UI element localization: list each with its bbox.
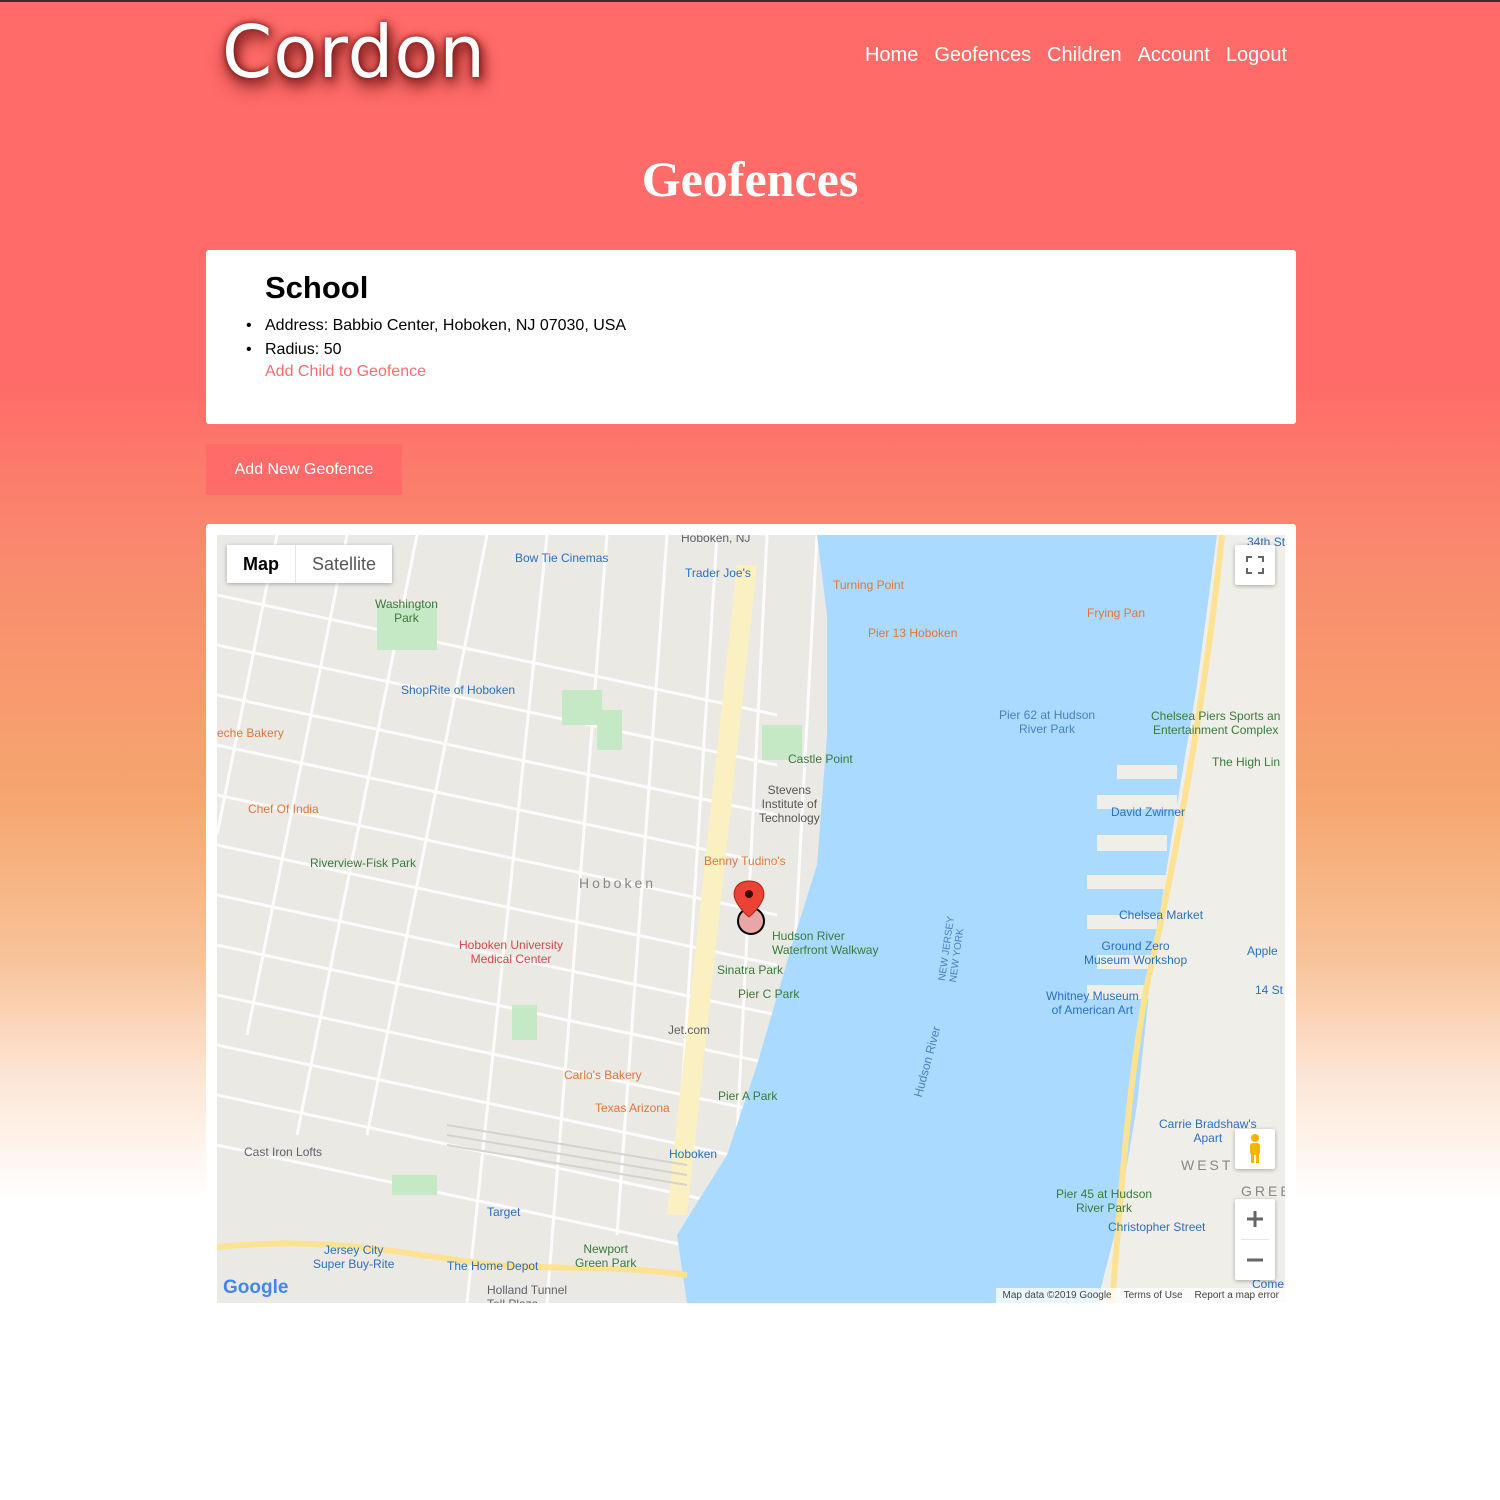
plus-icon xyxy=(1247,1211,1263,1227)
nav-home-link[interactable]: Home xyxy=(865,44,918,67)
map-label: Chelsea Piers Sports an Entertainment Co… xyxy=(1151,709,1281,737)
map-label: Hoboken University Medical Center xyxy=(459,938,564,966)
map-label: Pier 45 at Hudson River Park xyxy=(1056,1187,1153,1215)
geofence-address: Address: Babbio Center, Hoboken, NJ 0703… xyxy=(265,317,627,334)
nav-geofences-link[interactable]: Geofences xyxy=(934,44,1031,67)
map-label: Cast Iron Lofts xyxy=(244,1145,323,1159)
geofence-radius-item: • Radius: 50 xyxy=(246,338,626,362)
map-label: Hudson River Waterfront Walkway xyxy=(772,929,879,957)
map-label: Jet.com xyxy=(668,1023,711,1037)
map-label: Ground Zero Museum Workshop xyxy=(1084,939,1188,967)
add-new-geofence-button[interactable]: Add New Geofence xyxy=(206,444,402,495)
map-label: eche Bakery xyxy=(217,726,284,740)
map-label: Washington Park xyxy=(375,597,438,625)
map-label: Hoboken xyxy=(669,1147,718,1161)
google-logo-text: Google xyxy=(223,1277,289,1298)
map-label: Trader Joe's xyxy=(685,566,751,580)
map-label: Whitney Museum of American Art xyxy=(1046,989,1139,1017)
map-label: Castle Point xyxy=(788,752,853,766)
map-label: Stevens Institute of Technology xyxy=(759,783,820,825)
map-label: Apple xyxy=(1247,944,1278,958)
geofence-radius: Radius: 50 xyxy=(265,341,342,358)
map-label: Pier C Park xyxy=(738,987,800,1001)
fullscreen-button[interactable] xyxy=(1235,545,1275,585)
map-label: Pier 13 Hoboken xyxy=(868,626,958,640)
map-label: Newport Green Park xyxy=(575,1242,637,1270)
map-label: Bow Tie Cinemas xyxy=(515,551,609,565)
top-border xyxy=(0,0,1500,2)
map-label: Turning Point xyxy=(833,578,904,592)
report-map-error-link[interactable]: Report a map error xyxy=(1195,1290,1279,1301)
terms-of-use-link[interactable]: Terms of Use xyxy=(1124,1290,1183,1301)
map-label: Chef Of India xyxy=(248,802,319,816)
map-data-attribution: Map data ©2019 Google xyxy=(1002,1290,1112,1301)
map-label: WEST xyxy=(1181,1157,1234,1173)
map-label: Hoboken, NJ xyxy=(681,535,751,545)
map-label: Target xyxy=(487,1205,521,1219)
geofence-details: • Address: Babbio Center, Hoboken, NJ 070… xyxy=(246,314,627,362)
map-label: David Zwirner xyxy=(1111,805,1186,819)
geofence-address-item: • Address: Babbio Center, Hoboken, NJ 070… xyxy=(246,314,627,338)
map-label: Frying Pan xyxy=(1087,606,1146,620)
zoom-out-button[interactable] xyxy=(1235,1240,1275,1280)
app-logo[interactable]: Cordon xyxy=(222,10,486,94)
street-view-pegman-button[interactable] xyxy=(1235,1129,1275,1169)
pegman-icon xyxy=(1250,1134,1260,1163)
nav-account-link[interactable]: Account xyxy=(1138,44,1210,67)
map-label: The Home Depot xyxy=(447,1259,539,1273)
map-label: GREE xyxy=(1241,1183,1285,1199)
zoom-control xyxy=(1235,1199,1275,1280)
map-label: Texas Arizona xyxy=(595,1101,670,1115)
map-label: Hoboken xyxy=(579,875,657,891)
map-label: Sinatra Park xyxy=(717,963,784,977)
map-label: Christopher Street xyxy=(1108,1220,1206,1234)
nav-logout-link[interactable]: Logout xyxy=(1226,44,1287,67)
map-type-control: Map Satellite xyxy=(227,545,393,583)
map-label: ShopRite of Hoboken xyxy=(401,683,516,697)
map-label: Pier A Park xyxy=(718,1089,778,1103)
map-label: 14 St xyxy=(1255,983,1284,997)
map-type-satellite-button[interactable]: Satellite xyxy=(296,545,392,583)
main-nav: Home Geofences Children Account Logout xyxy=(865,44,1287,67)
nav-children-link[interactable]: Children xyxy=(1047,44,1121,67)
zoom-in-button[interactable] xyxy=(1235,1199,1275,1239)
add-child-link[interactable]: Add Child to Geofence xyxy=(265,363,426,381)
map-type-map-button[interactable]: Map xyxy=(227,545,296,583)
geofence-name: School xyxy=(265,270,369,305)
geofence-card: School • Address: Babbio Center, Hoboken,… xyxy=(206,250,1296,424)
page-title: Geofences xyxy=(641,151,859,207)
minus-icon xyxy=(1247,1258,1263,1262)
fullscreen-icon xyxy=(1246,556,1264,574)
bullet-icon: • xyxy=(246,341,252,358)
map-label: Holland Tunnel Toll Plaza xyxy=(487,1283,568,1303)
map-label: Chelsea Market xyxy=(1119,908,1204,922)
bullet-icon: • xyxy=(246,317,252,334)
map-label: Carlo's Bakery xyxy=(564,1068,642,1082)
map-label: Pier 62 at Hudson River Park xyxy=(999,708,1096,736)
map-label: Jersey City Super Buy-Rite xyxy=(313,1243,395,1271)
map-label: Riverview-Fisk Park xyxy=(310,856,417,870)
map-label: Benny Tudino's xyxy=(704,854,786,868)
map-label: The High Lin xyxy=(1212,755,1281,769)
map-footer: Map data ©2019 Google Terms of Use Repor… xyxy=(996,1288,1285,1303)
map-view[interactable]: Hoboken, NJ Bow Tie Cinemas Trader Joe's… xyxy=(217,535,1285,1303)
google-logo[interactable]: Google xyxy=(223,1277,288,1299)
